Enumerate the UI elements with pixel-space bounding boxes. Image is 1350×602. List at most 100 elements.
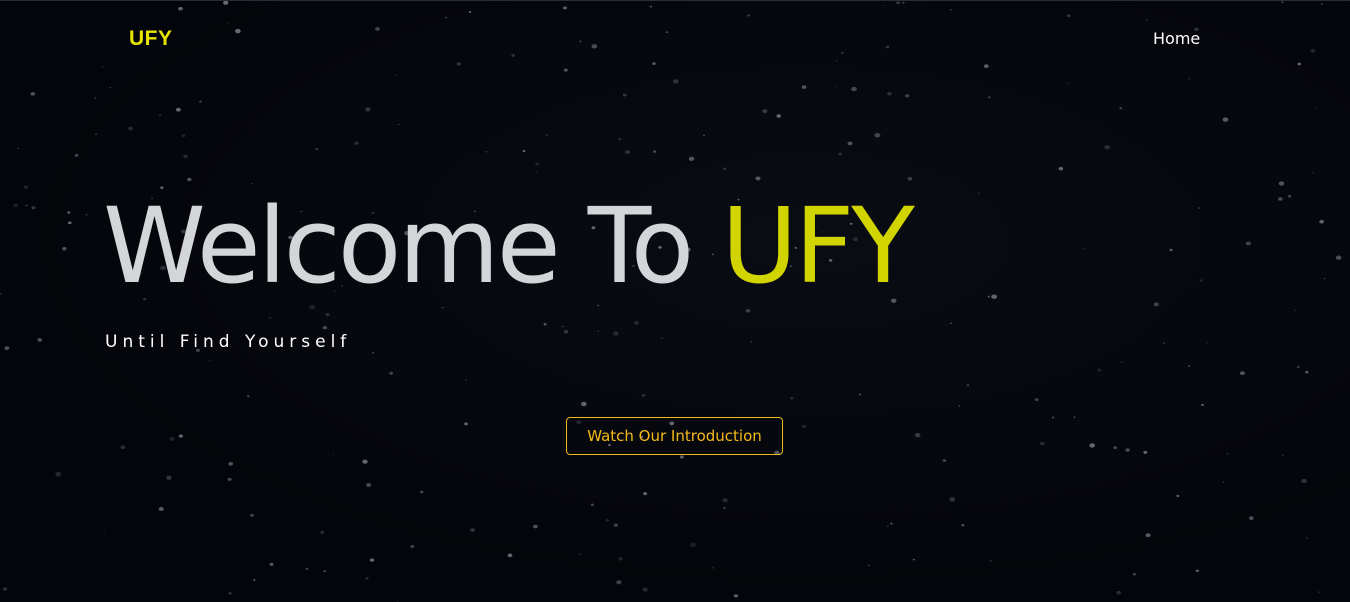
star [1119, 107, 1123, 110]
star [950, 9, 953, 11]
star [1143, 450, 1148, 454]
star [750, 341, 753, 343]
star [470, 528, 475, 532]
star [745, 308, 751, 313]
star [1097, 368, 1102, 372]
star [665, 31, 669, 34]
star [94, 97, 97, 99]
star [1323, 278, 1326, 280]
star [464, 379, 467, 381]
star [882, 5, 885, 7]
star [1239, 371, 1245, 376]
star [228, 592, 232, 595]
star [269, 562, 274, 566]
star [30, 92, 36, 96]
star [250, 513, 254, 517]
star [1188, 77, 1191, 80]
star [396, 600, 399, 602]
star [369, 558, 375, 562]
star [1145, 533, 1151, 538]
star [410, 544, 415, 549]
star [1301, 478, 1307, 484]
star [0, 292, 2, 296]
star [127, 126, 134, 131]
star [372, 352, 375, 354]
star [175, 107, 181, 112]
star [579, 40, 582, 43]
star [354, 141, 359, 146]
star [958, 405, 960, 407]
star [389, 371, 394, 375]
watch-introduction-button[interactable]: Watch Our Introduction [566, 417, 783, 455]
star [522, 149, 526, 153]
star [690, 542, 697, 548]
star [625, 150, 631, 154]
star [468, 11, 472, 13]
nav-item-home[interactable]: Home [1153, 29, 1200, 48]
star [375, 27, 380, 31]
star [801, 424, 806, 429]
star [988, 96, 991, 98]
star [419, 490, 424, 494]
star [1176, 494, 1180, 498]
star [966, 384, 970, 387]
star [838, 152, 842, 156]
star [688, 156, 695, 161]
star [840, 51, 844, 55]
star [661, 337, 664, 339]
star [1311, 171, 1314, 174]
star [622, 93, 627, 97]
star [896, 1, 900, 5]
star [642, 587, 648, 592]
star [1248, 516, 1254, 520]
star [914, 433, 921, 438]
star [1082, 248, 1085, 250]
star [989, 560, 992, 562]
star [1188, 365, 1191, 367]
star [733, 594, 739, 598]
star [991, 294, 997, 299]
star [1287, 194, 1292, 198]
star [1317, 591, 1321, 594]
star [641, 393, 646, 397]
star [580, 401, 587, 407]
star [120, 445, 126, 450]
star [181, 134, 186, 137]
star [907, 176, 913, 181]
star [961, 523, 965, 527]
star [874, 133, 881, 138]
star [616, 580, 622, 585]
star [1296, 365, 1300, 369]
star [912, 558, 915, 561]
star [1162, 342, 1166, 345]
star [235, 28, 241, 34]
star [536, 171, 538, 173]
star [942, 459, 947, 462]
star [905, 94, 910, 98]
star [305, 567, 309, 570]
star [643, 492, 648, 496]
star [835, 86, 838, 88]
star [464, 422, 469, 426]
star [890, 522, 893, 525]
star [13, 203, 18, 208]
star [511, 53, 516, 57]
star [949, 497, 956, 502]
star [55, 471, 62, 477]
star [605, 518, 610, 522]
star [618, 557, 623, 561]
star [561, 325, 565, 328]
star [977, 192, 980, 194]
star [365, 577, 369, 580]
star [1245, 241, 1251, 246]
star [332, 453, 335, 456]
star [1066, 82, 1069, 84]
star [533, 524, 538, 529]
star [545, 133, 549, 137]
star [253, 579, 256, 581]
star [37, 338, 42, 342]
star [62, 247, 67, 251]
star [722, 498, 728, 503]
star [31, 206, 36, 210]
site-logo[interactable]: UFY [129, 27, 173, 51]
